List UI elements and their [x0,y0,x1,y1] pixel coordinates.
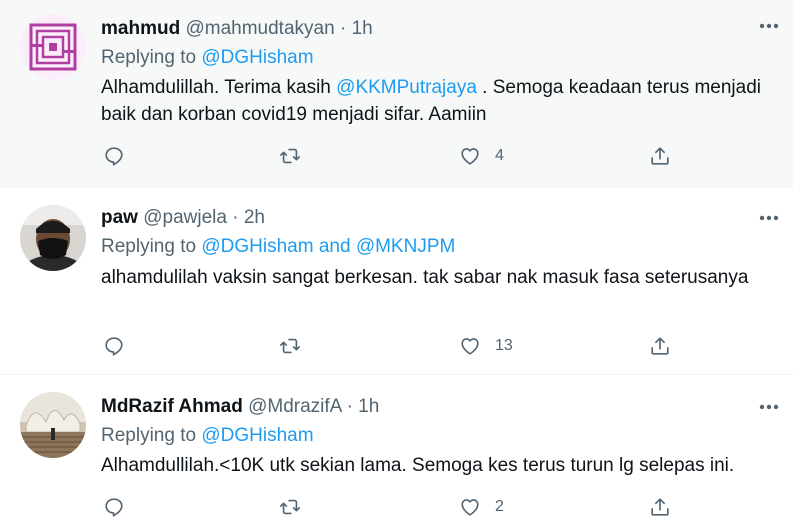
display-name[interactable]: MdRazif Ahmad [101,396,243,417]
reply-icon [105,147,123,166]
avatar[interactable] [20,205,86,271]
tweet-text: Alhamdulillah. Terima kasih @KKMPutrajay… [101,74,761,128]
retweet-button[interactable] [279,493,301,521]
share-button[interactable] [649,493,671,521]
reply-icon [105,498,123,517]
retweet-icon [280,338,300,354]
tweet-text: Alhamdullilah.<10K utk sekian lama. Semo… [101,452,761,479]
text-mention[interactable]: @KKMPutrajaya [336,77,477,98]
user-handle[interactable]: @MdrazifA [248,396,341,417]
replying-prefix: Replying to [101,236,202,257]
tweet-header: paw @pawjela · 2h [101,206,265,230]
timestamp[interactable]: 1h [352,18,373,39]
share-button[interactable] [649,142,671,170]
retweet-icon [280,499,300,515]
replying-mention[interactable]: @DGHisham [201,236,313,257]
reply-button[interactable] [103,332,125,360]
tweet[interactable]: MdRazif Ahmad @MdrazifA · 1h Replying to… [0,374,793,528]
action-bar: 2 [0,493,793,521]
tweet-text-part: Alhamdullilah.<10K utk sekian lama. Semo… [101,455,735,476]
replying-to: Replying to @DGHisham [101,46,314,70]
tweet-header: mahmud @mahmudtakyan · 1h [101,17,373,41]
display-name[interactable]: mahmud [101,18,180,39]
replying-mention-2[interactable]: @MKNJPM [356,236,456,257]
reply-button[interactable] [103,493,125,521]
share-icon [651,147,669,165]
more-icon[interactable] [757,206,781,230]
timestamp[interactable]: 1h [358,396,379,417]
like-button[interactable]: 13 [459,332,513,360]
replying-to: Replying to @DGHisham [101,424,314,448]
user-handle[interactable]: @mahmudtakyan [185,18,334,39]
separator-dot: · [232,207,239,228]
like-count: 4 [495,147,504,164]
tweet[interactable]: mahmud @mahmudtakyan · 1h Replying to @D… [0,0,793,187]
heart-icon [461,148,479,165]
replying-prefix: Replying to [101,425,202,446]
replying-prefix: Replying to [101,47,202,68]
heart-icon [461,499,479,516]
tweet-text-part: alhamdulilah vaksin sangat berkesan. tak… [101,267,749,288]
timestamp[interactable]: 2h [244,207,265,228]
share-icon [651,498,669,516]
replying-mention[interactable]: @DGHisham [201,47,313,68]
action-bar: 4 [0,142,793,170]
replying-and: and [313,236,356,257]
tweet-text: alhamdulilah vaksin sangat berkesan. tak… [101,264,761,291]
replying-mention[interactable]: @DGHisham [201,425,313,446]
reply-icon [105,337,123,356]
tweet[interactable]: paw @pawjela · 2h Replying to @DGHisham … [0,187,793,374]
tweet-header: MdRazif Ahmad @MdrazifA · 1h [101,395,379,419]
separator-dot: · [339,18,347,39]
more-icon[interactable] [757,14,781,38]
reply-button[interactable] [103,142,125,170]
display-name[interactable]: paw [101,207,138,228]
retweet-button[interactable] [279,332,301,360]
more-icon[interactable] [757,395,781,419]
replying-to: Replying to @DGHisham and @MKNJPM [101,235,455,259]
tweet-text-part: Alhamdulillah. Terima kasih [101,77,337,98]
retweet-button[interactable] [279,142,301,170]
separator-dot: · [346,396,353,417]
avatar[interactable] [20,14,86,80]
retweet-icon [280,148,300,164]
user-handle[interactable]: @pawjela [143,207,227,228]
like-count: 2 [495,498,504,515]
like-count: 13 [495,337,513,354]
action-bar: 13 [0,332,793,360]
like-button[interactable]: 4 [459,142,504,170]
share-icon [651,337,669,355]
avatar[interactable] [20,392,86,458]
share-button[interactable] [649,332,671,360]
heart-icon [461,338,479,355]
like-button[interactable]: 2 [459,493,504,521]
